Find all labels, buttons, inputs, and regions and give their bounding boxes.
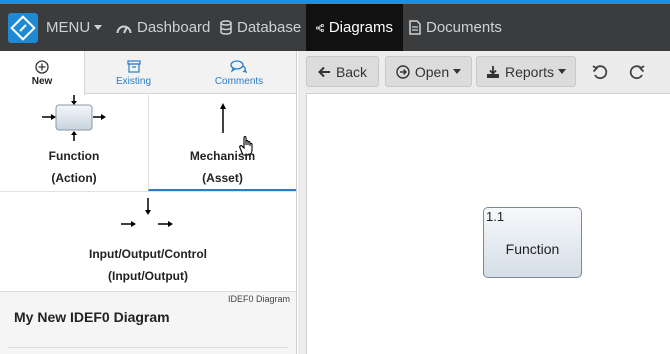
tab-new[interactable]: New xyxy=(0,51,85,95)
chevron-down-icon xyxy=(453,69,462,74)
menu-label: MENU xyxy=(46,19,91,36)
function-number: 1.1 xyxy=(486,209,505,224)
nav-diagrams-label: Diagrams xyxy=(328,19,393,36)
tab-existing-label: Existing xyxy=(115,75,151,87)
function-tile-title: Function xyxy=(48,149,100,163)
tab-comments-label: Comments xyxy=(214,75,264,87)
tab-existing[interactable]: Existing xyxy=(85,51,182,94)
io-tile-subtitle: (Input/Output) xyxy=(108,269,188,283)
nav-database[interactable]: Database xyxy=(220,4,301,51)
diagram-canvas[interactable]: 1.1 Function xyxy=(306,93,670,354)
back-button[interactable]: Back xyxy=(306,56,379,87)
logo-icon xyxy=(10,15,36,41)
circle-arrow-right-icon xyxy=(396,64,410,79)
plus-circle-icon xyxy=(35,60,49,74)
redo-button[interactable] xyxy=(622,56,652,87)
arrow-left-icon xyxy=(318,66,330,77)
left-panel: New Existing Comments Function (Action) … xyxy=(0,51,297,354)
archive-icon xyxy=(126,60,141,73)
redo-icon xyxy=(629,64,645,79)
function-label: Function xyxy=(505,241,560,257)
reports-label: Reports xyxy=(504,63,555,80)
undo-icon xyxy=(592,64,608,79)
document-icon xyxy=(409,20,421,35)
left-tabbar: New Existing Comments xyxy=(0,51,296,95)
menu-button[interactable]: MENU xyxy=(46,4,103,51)
download-icon xyxy=(486,65,499,78)
function-shape-icon xyxy=(42,95,106,141)
nav-dashboard[interactable]: Dashboard xyxy=(116,4,210,51)
reports-dropdown-button[interactable]: Reports xyxy=(476,56,576,87)
mechanism-tile-subtitle: (Asset) xyxy=(202,171,243,185)
nav-documents[interactable]: Documents xyxy=(409,4,502,51)
database-icon xyxy=(220,20,232,35)
function-shape-tile[interactable]: Function (Action) xyxy=(0,95,148,191)
function-box[interactable]: 1.1 Function xyxy=(483,207,582,278)
nav-diagrams[interactable]: Diagrams xyxy=(306,4,403,51)
mechanism-shape-tile[interactable]: Mechanism (Asset) xyxy=(148,95,296,191)
diagram-editor-panel: Back Open Reports 1.1 Function xyxy=(298,51,670,354)
nav-dashboard-label: Dashboard xyxy=(137,19,211,36)
dashboard-icon xyxy=(116,25,132,33)
diagram-icon xyxy=(316,23,324,32)
io-control-arrows-icon xyxy=(121,198,173,227)
diagram-info-panel: IDEF0 Diagram My New IDEF0 Diagram xyxy=(0,291,296,354)
undo-button[interactable] xyxy=(585,56,615,87)
io-control-shape-tile[interactable]: Input/Output/Control (Input/Output) xyxy=(0,191,296,290)
chevron-down-icon xyxy=(94,25,103,30)
tab-new-label: New xyxy=(31,76,53,87)
open-label: Open xyxy=(414,63,450,80)
tab-comments[interactable]: Comments xyxy=(182,51,296,94)
nav-database-label: Database xyxy=(237,19,302,36)
mechanism-arrow-icon xyxy=(220,103,226,133)
top-navbar: MENU Dashboard Database Diagrams Documen… xyxy=(0,4,670,51)
function-tile-subtitle: (Action) xyxy=(51,171,97,185)
chevron-down-icon xyxy=(558,69,567,74)
mechanism-tile-title: Mechanism xyxy=(189,149,256,163)
nav-documents-label: Documents xyxy=(426,19,502,36)
back-label: Back xyxy=(335,63,368,80)
comments-icon xyxy=(230,60,248,73)
open-dropdown-button[interactable]: Open xyxy=(385,56,472,87)
divider xyxy=(8,347,288,348)
diagram-type-label: IDEF0 Diagram xyxy=(227,294,290,304)
io-tile-title: Input/Output/Control xyxy=(89,247,207,261)
app-logo[interactable] xyxy=(8,13,38,43)
diagram-name[interactable]: My New IDEF0 Diagram xyxy=(14,309,170,325)
